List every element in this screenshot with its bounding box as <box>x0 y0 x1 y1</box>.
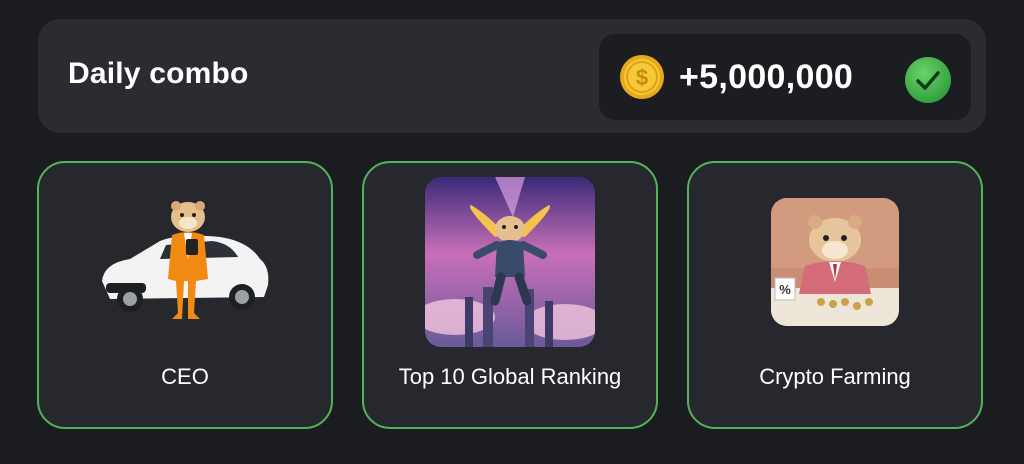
reward-box: $ +5,000,000 <box>599 34 971 120</box>
svg-text:$: $ <box>636 65 648 90</box>
combo-card-ceo[interactable]: CEO <box>37 161 333 429</box>
hamster-astronaut-image <box>425 177 595 347</box>
card-label-crypto-farming: Crypto Farming <box>759 364 911 389</box>
hamster-ceo-image <box>102 201 269 319</box>
daily-combo-title: Daily combo <box>68 57 249 90</box>
reward-amount: +5,000,000 <box>679 58 854 96</box>
daily-combo-header: Daily combo $ +5,000,000 <box>38 19 986 133</box>
check-icon <box>905 57 951 103</box>
coin-icon: $ <box>620 55 664 99</box>
card-label-ceo: CEO <box>161 364 209 389</box>
combo-card-top-10-global-ranking[interactable]: Top 10 Global Ranking <box>362 161 658 429</box>
card-label-top-10-global-ranking: Top 10 Global Ranking <box>398 364 622 389</box>
svg-text:%: % <box>779 282 791 297</box>
combo-card-crypto-farming[interactable]: % Crypto Farming <box>687 161 983 429</box>
hamster-crypto-farming-image: % <box>771 198 899 326</box>
